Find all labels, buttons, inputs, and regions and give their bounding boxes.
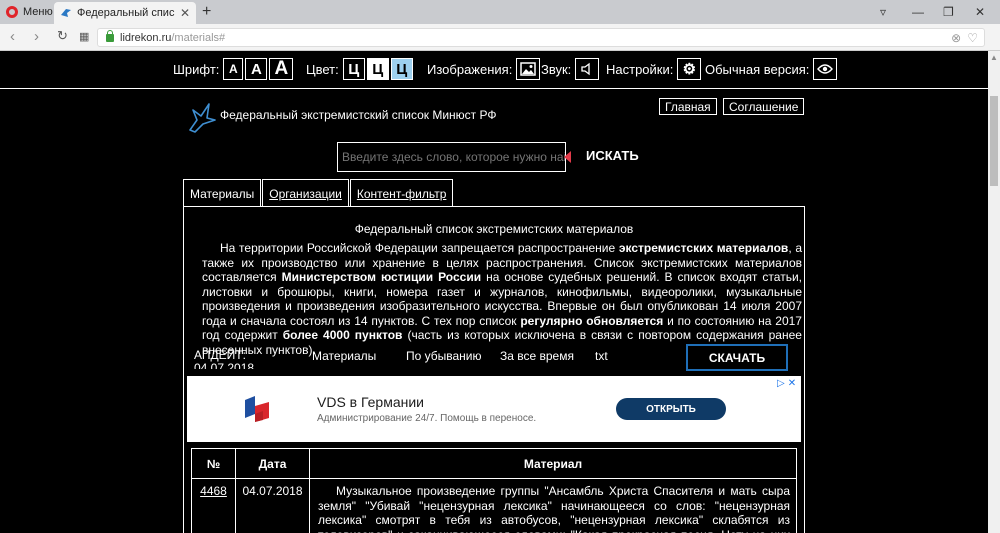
- search-arrow-icon: [564, 151, 571, 163]
- forward-icon[interactable]: ›: [34, 28, 39, 45]
- close-window-button[interactable]: ✕: [975, 0, 985, 24]
- reload-icon[interactable]: ↻: [57, 28, 68, 44]
- update-info: АПДЕЙТ: 04.07.2018: [194, 349, 264, 369]
- filter-format-select[interactable]: txt: [595, 349, 608, 363]
- font-size-medium-button[interactable]: A: [245, 58, 268, 80]
- color-label: Цвет:: [306, 61, 339, 77]
- table-header-row: № Дата Материал: [191, 448, 797, 479]
- minimize-button[interactable]: —: [912, 0, 924, 24]
- browser-tab-bar: Меню Федеральный список экс ✕ + ▿ — ❐ ✕: [0, 0, 1000, 24]
- content-description: На территории Российской Федерации запре…: [202, 241, 802, 357]
- accessibility-toolbar: Шрифт: A A A Цвет: Ц Ц Ц Изображения: Зв…: [0, 51, 988, 89]
- url-path: /materials#: [171, 31, 226, 44]
- color-white-button[interactable]: Ц: [366, 58, 389, 80]
- gear-icon[interactable]: ⚙: [677, 58, 702, 80]
- update-date: 04.07.2018: [194, 361, 255, 370]
- ad-open-button[interactable]: ОТКРЫТЬ: [616, 398, 726, 420]
- content-title: Федеральный список экстремистских матери…: [354, 222, 634, 236]
- desc-bold-2: Министерством юстиции России: [281, 270, 482, 284]
- font-size-small-button[interactable]: A: [223, 58, 244, 80]
- menu-label: Меню: [23, 6, 53, 18]
- lock-icon: [106, 29, 114, 42]
- ad-info-icon[interactable]: ▷: [777, 378, 785, 389]
- font-size-group: Шрифт: A A A: [173, 58, 294, 80]
- desc-bold-1: экстремистских материалов: [618, 241, 789, 255]
- bookmark-heart-icon[interactable]: ♡: [967, 31, 978, 45]
- settings-group: Настройки: ⚙: [606, 58, 702, 80]
- col-header-number: №: [191, 448, 236, 479]
- back-icon[interactable]: ‹: [10, 28, 15, 45]
- url-field[interactable]: lidrekon.ru/materials# ⊗ ♡: [97, 28, 985, 47]
- nav-home-link[interactable]: Главная: [659, 98, 717, 115]
- ad-description: Администрирование 24/7. Помощь в перенос…: [317, 413, 537, 424]
- dove-logo-icon[interactable]: [187, 100, 217, 134]
- maximize-button[interactable]: ❐: [943, 0, 954, 24]
- eye-icon[interactable]: [813, 58, 838, 80]
- desc-bold-4: более 4000 пунктов: [282, 328, 403, 342]
- normal-version-label: Обычная версия:: [705, 61, 810, 77]
- scroll-up-arrow-icon[interactable]: ▲: [990, 53, 998, 62]
- materials-table: № Дата Материал 4468 04.07.2018 Музыкаль…: [191, 448, 797, 533]
- search-input[interactable]: [337, 142, 566, 172]
- clear-url-icon[interactable]: ⊗: [951, 31, 961, 45]
- color-scheme-group: Цвет: Ц Ц Ц: [306, 58, 413, 80]
- table-row: 4468 04.07.2018 Музыкальное произведение…: [191, 478, 797, 533]
- hosting-logo-icon: [245, 396, 269, 422]
- nav-agreement-link[interactable]: Соглашение: [723, 98, 805, 115]
- search-button[interactable]: ИСКАТЬ: [586, 148, 639, 163]
- ad-title[interactable]: VDS в Германии: [317, 394, 424, 410]
- filter-sort-select[interactable]: По убыванию: [406, 349, 482, 363]
- browser-tab-title: Федеральный список экс: [77, 7, 175, 19]
- font-label: Шрифт:: [173, 61, 220, 77]
- font-size-large-button[interactable]: A: [269, 58, 294, 80]
- speaker-icon[interactable]: [575, 58, 600, 80]
- filter-period-select[interactable]: За все время: [500, 349, 574, 363]
- ad-choices[interactable]: ▷ ✕: [777, 378, 796, 389]
- images-label: Изображения:: [427, 61, 513, 77]
- material-date: 04.07.2018: [235, 478, 310, 533]
- settings-label: Настройки:: [606, 61, 674, 77]
- sound-group: Звук:: [541, 58, 600, 80]
- tab-organizations[interactable]: Организации: [262, 179, 349, 207]
- sound-label: Звук:: [541, 61, 572, 77]
- scroll-thumb[interactable]: [990, 96, 998, 186]
- opera-logo-icon: [6, 6, 18, 18]
- normal-version-group: Обычная версия:: [705, 58, 838, 80]
- new-tab-button[interactable]: +: [202, 3, 211, 21]
- filter-type-select[interactable]: Материалы: [312, 349, 376, 363]
- speed-dial-icon[interactable]: ▦: [79, 30, 89, 43]
- color-black-button[interactable]: Ц: [342, 58, 365, 80]
- desc-bold-3: регулярно обновляется: [520, 313, 664, 328]
- image-icon[interactable]: [516, 58, 541, 80]
- page-scrollbar[interactable]: ▲: [988, 51, 1000, 533]
- images-group: Изображения:: [427, 58, 541, 80]
- url-host: lidrekon.ru: [120, 31, 172, 44]
- tab-materials[interactable]: Материалы: [183, 179, 262, 207]
- address-bar: ‹ › ↻ ▦ lidrekon.ru/materials# ⊗ ♡: [0, 24, 1000, 51]
- browser-tab[interactable]: Федеральный список экс ✕: [54, 2, 196, 24]
- close-tab-icon[interactable]: ✕: [180, 6, 190, 20]
- tab-content-filter[interactable]: Контент-фильтр: [349, 179, 454, 207]
- ad-close-icon[interactable]: ✕: [788, 378, 796, 389]
- opera-menu-button[interactable]: Меню: [0, 0, 56, 24]
- col-header-date: Дата: [235, 448, 310, 479]
- tab-menu-icon[interactable]: ▿: [880, 0, 886, 24]
- color-blue-button[interactable]: Ц: [390, 58, 413, 80]
- content-tabs: Материалы Организации Контент-фильтр: [183, 179, 454, 207]
- material-number-link[interactable]: 4468: [191, 478, 236, 533]
- desc-part-1: На территории Российской Федерации запре…: [220, 241, 619, 255]
- material-description: Музыкальное произведение группы "Ансамбл…: [309, 478, 797, 533]
- site-title: Федеральный экстремистский список Минюст…: [220, 108, 497, 122]
- col-header-material: Материал: [309, 448, 797, 479]
- download-button[interactable]: СКАЧАТЬ: [686, 344, 788, 371]
- ad-banner[interactable]: VDS в Германии Администрирование 24/7. П…: [187, 376, 801, 442]
- bird-favicon-icon: [61, 9, 71, 17]
